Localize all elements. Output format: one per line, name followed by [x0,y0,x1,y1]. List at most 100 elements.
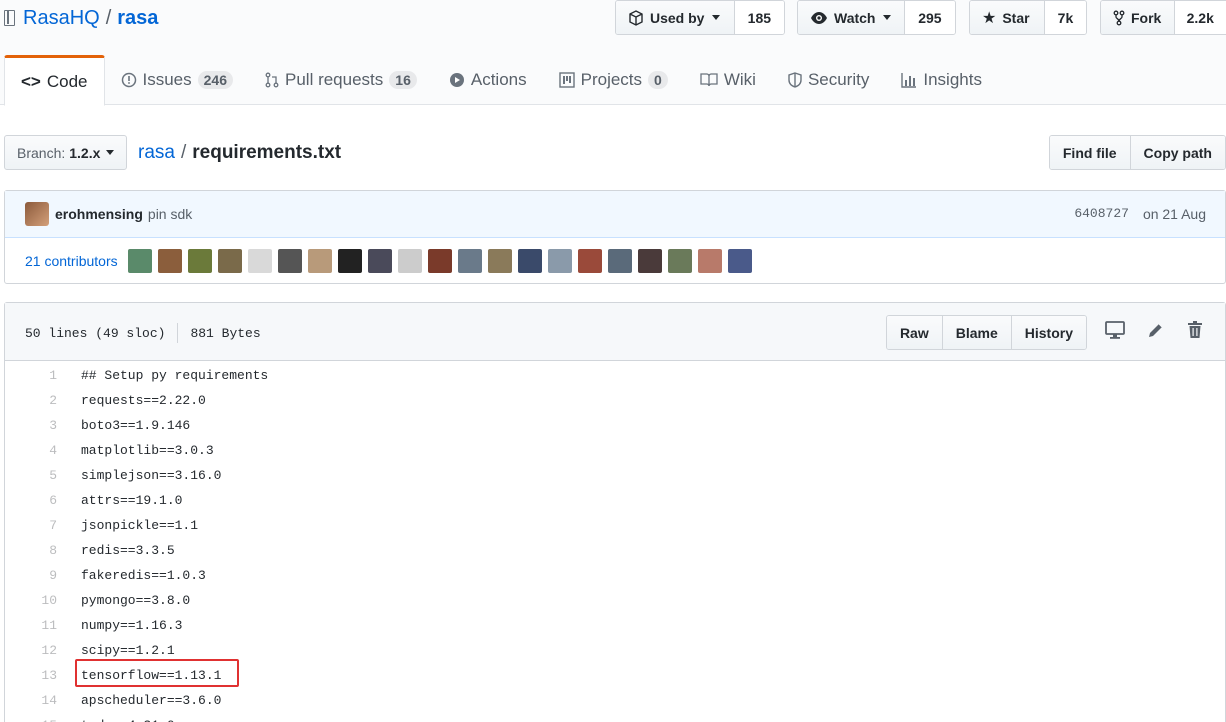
contributor-avatar[interactable] [517,248,542,273]
tab-label: Pull requests [285,70,384,89]
used-by-button[interactable]: Used by [616,1,735,34]
book-icon [700,73,718,87]
star-icon: ★ [982,9,997,27]
line-number[interactable]: 12 [5,643,61,658]
repo-title: RasaHQ / rasa [4,6,158,30]
contributor-avatar[interactable] [307,248,332,273]
project-icon [558,72,575,88]
line-number[interactable]: 7 [5,518,61,533]
tab-pull-requests[interactable]: Pull requests 16 [249,55,433,105]
repo-name-link[interactable]: rasa [117,7,158,30]
code-line: 8 redis==3.3.5 [5,538,1225,563]
code-text: jsonpickle==1.1 [81,518,199,533]
graph-icon [901,73,917,88]
tab-actions[interactable]: Actions [433,55,543,105]
code-line: 11 numpy==1.16.3 [5,613,1225,638]
watch-button-group: Watch 295 [797,0,956,35]
file-nav-button-group: Find file Copy path [1048,135,1226,170]
code-text: attrs==19.1.0 [81,493,183,508]
contributor-avatar[interactable] [457,248,482,273]
code-line: 15tqdm==4.31.0 [5,713,1225,722]
contributor-avatar[interactable] [607,248,632,273]
commit-author-link[interactable]: erohmensing [55,206,143,222]
blame-button[interactable]: Blame [941,316,1011,349]
code-text: ## Setup py requirements [81,368,269,383]
tab-wiki[interactable]: Wiki [684,55,772,105]
contributor-avatar[interactable] [577,248,602,273]
fork-count[interactable]: 2.2k [1174,1,1226,34]
line-number[interactable]: 13 [5,668,61,683]
repo-owner-link[interactable]: RasaHQ [23,7,100,30]
contributor-avatar[interactable] [157,248,182,273]
commit-sha-link[interactable]: 6408727 [1074,206,1129,222]
contributors-link[interactable]: 21 contributors [25,253,118,269]
line-number[interactable]: 8 [5,543,61,558]
find-file-button[interactable]: Find file [1049,136,1130,169]
trash-icon[interactable] [1187,321,1203,339]
raw-button[interactable]: Raw [886,316,942,349]
desktop-icon[interactable] [1105,321,1125,339]
tab-security[interactable]: Security [772,55,885,105]
watch-count[interactable]: 295 [904,1,955,34]
history-button[interactable]: History [1010,316,1086,349]
branch-prefix: Branch: [17,144,66,161]
commit-message-link[interactable]: pin sdk [148,206,192,222]
code-text: simplejson==3.16.0 [81,468,222,483]
contributor-avatar[interactable] [547,248,572,273]
commit-date: on 21 Aug [1142,206,1206,222]
line-number[interactable]: 2 [5,393,61,408]
fork-button[interactable]: Fork [1101,1,1175,34]
contributor-avatar[interactable] [187,248,212,273]
star-button[interactable]: ★ Star [970,1,1045,34]
contributor-avatar[interactable] [127,248,152,273]
line-number[interactable]: 11 [5,618,61,633]
line-number[interactable]: 15 [5,718,61,722]
line-number[interactable]: 5 [5,468,61,483]
file-lines-info: 50 lines (49 sloc) [25,325,166,341]
branch-select-button[interactable]: Branch: 1.2.x [4,135,128,170]
breadcrumb: rasa / requirements.txt [138,142,341,164]
contributor-avatar[interactable] [487,248,512,273]
repo-icon [4,10,15,26]
tab-code[interactable]: <> Code [4,55,105,106]
pull-request-icon [265,72,279,88]
code-text: requests==2.22.0 [81,393,206,408]
contributor-avatar[interactable] [697,248,722,273]
avatar[interactable] [25,202,49,226]
tab-label: Wiki [723,70,756,89]
chevron-down-icon [883,15,892,20]
pencil-icon[interactable] [1147,321,1165,339]
contributor-avatar[interactable] [247,248,272,273]
code-line: 10 pymongo==3.8.0 [5,588,1225,613]
contributor-avatar[interactable] [667,248,692,273]
line-number[interactable]: 14 [5,693,61,708]
contributor-avatar[interactable] [427,248,452,273]
line-number[interactable]: 4 [5,443,61,458]
watch-button[interactable]: Watch [798,1,905,34]
contributor-avatar[interactable] [727,248,752,273]
code-text: numpy==1.16.3 [81,618,183,633]
code-text: boto3==1.9.146 [81,418,191,433]
line-number[interactable]: 1 [5,368,61,383]
contributor-avatar[interactable] [217,248,242,273]
code-line: 3 boto3==1.9.146 [5,413,1225,438]
contributor-avatar[interactable] [397,248,422,273]
contributor-avatar[interactable] [367,248,392,273]
file-header: 50 lines (49 sloc) 881 Bytes Raw Blame H… [5,303,1225,361]
used-by-count[interactable]: 185 [734,1,784,34]
line-number[interactable]: 6 [5,493,61,508]
line-number[interactable]: 3 [5,418,61,433]
tab-projects[interactable]: Projects 0 [543,55,684,105]
issues-counter: 246 [197,71,233,89]
star-count[interactable]: 7k [1044,1,1086,34]
tab-issues[interactable]: Issues 246 [105,55,250,105]
tab-insights[interactable]: Insights [885,55,998,105]
line-number[interactable]: 10 [5,593,61,608]
line-number[interactable]: 9 [5,568,61,583]
copy-path-button[interactable]: Copy path [1129,136,1225,169]
file-navigation: Branch: 1.2.x rasa / requirements.txt Fi… [4,135,1226,171]
contributor-avatar[interactable] [337,248,362,273]
contributor-avatar[interactable] [637,248,662,273]
contributor-avatar[interactable] [277,248,302,273]
breadcrumb-root-link[interactable]: rasa [138,142,175,164]
